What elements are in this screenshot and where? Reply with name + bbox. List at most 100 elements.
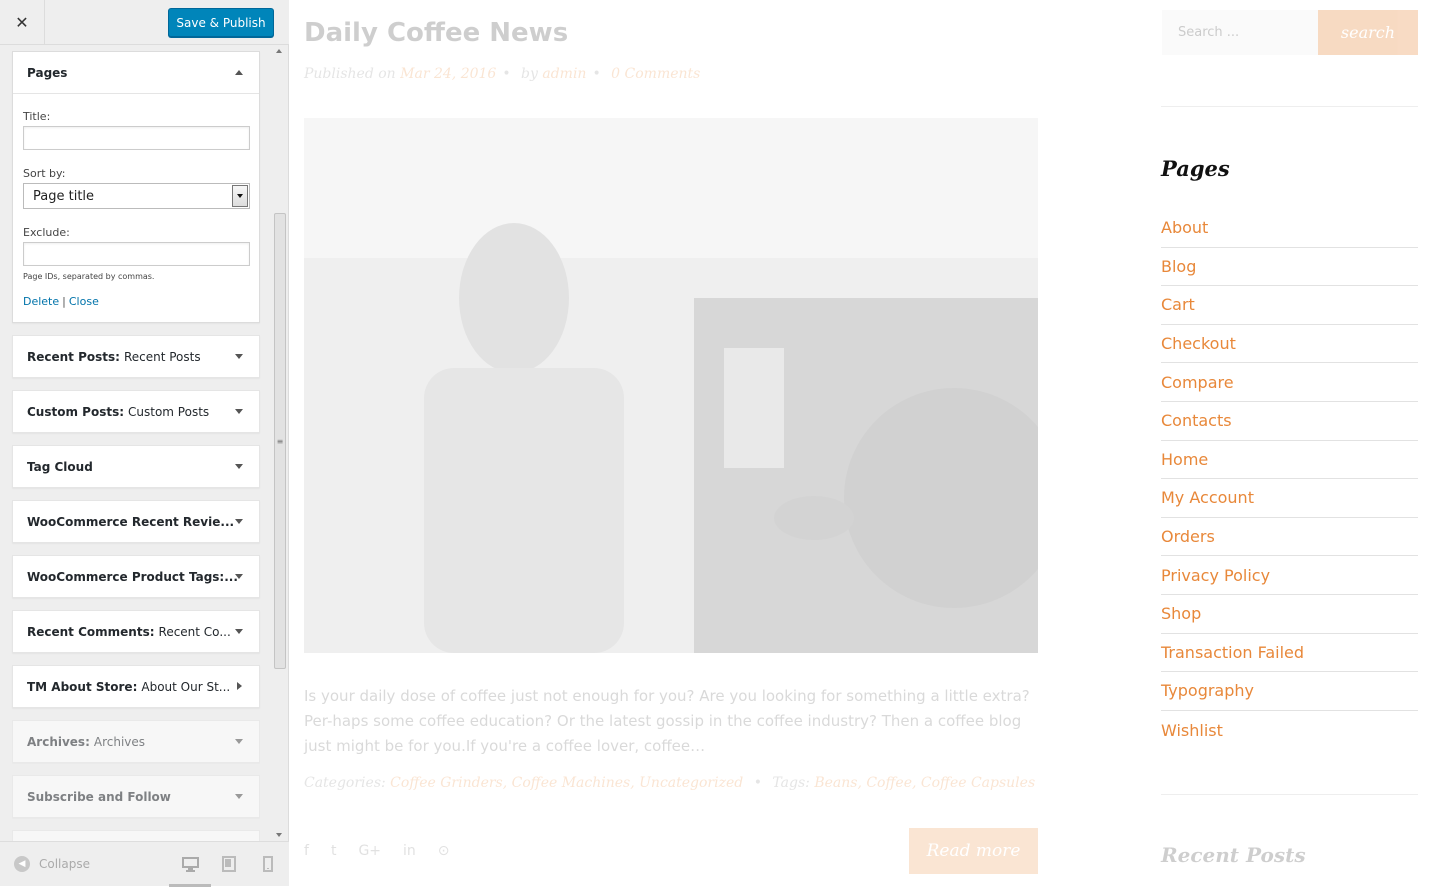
- twitter-icon[interactable]: t: [331, 843, 337, 859]
- post-featured-image[interactable]: [304, 118, 1038, 653]
- chevron-up-icon[interactable]: [235, 70, 243, 75]
- search-input[interactable]: Search ...: [1162, 10, 1318, 55]
- page-link-cart[interactable]: Cart: [1161, 286, 1418, 325]
- title-input[interactable]: [23, 126, 250, 150]
- widget-title: WooCommerce Recent Revie...: [27, 514, 235, 529]
- search-button[interactable]: search: [1318, 10, 1418, 55]
- post-taxonomy: Categories: Coffee Grinders, Coffee Mach…: [304, 775, 1036, 791]
- widget-title: Archives:: [27, 734, 90, 749]
- tablet-preview-icon[interactable]: [219, 855, 239, 873]
- widget-woocommerce-product-tags[interactable]: WooCommerce Product Tags:...: [12, 555, 260, 598]
- page-link-orders[interactable]: Orders: [1161, 518, 1418, 557]
- customizer-header: ✕ Save & Publish: [0, 0, 289, 45]
- widget-subscribe-follow[interactable]: Subscribe and Follow: [12, 775, 260, 818]
- scroll-up-icon[interactable]: [276, 49, 282, 53]
- chevron-right-icon[interactable]: [237, 682, 242, 690]
- widget-title: TM About Store:: [27, 679, 138, 694]
- post-title[interactable]: Daily Coffee News: [304, 18, 568, 48]
- widget-title: Recent Posts:: [27, 349, 120, 364]
- page-link-about[interactable]: About: [1161, 209, 1418, 248]
- categories-prefix: Categories:: [304, 775, 386, 791]
- page-link-contacts[interactable]: Contacts: [1161, 402, 1418, 441]
- page-link-checkout[interactable]: Checkout: [1161, 325, 1418, 364]
- read-more-button[interactable]: Read more: [909, 828, 1038, 874]
- widget-recent-posts[interactable]: Recent Posts: Recent Posts: [12, 335, 260, 378]
- widget-subtitle: About Our St...: [141, 679, 231, 694]
- widget-archives[interactable]: Archives: Archives: [12, 720, 260, 763]
- collapse-button[interactable]: ◀ Collapse: [14, 856, 90, 872]
- widget-title: WooCommerce Product Tags:...: [27, 569, 238, 584]
- delete-link[interactable]: Delete: [23, 295, 59, 308]
- linkedin-icon[interactable]: in: [403, 843, 416, 859]
- widget-pages: Pages Title: Sort by: Page title Exclude…: [12, 51, 260, 323]
- widget-tm-about-store[interactable]: TM About Store: About Our St...: [12, 665, 260, 708]
- chevron-down-icon[interactable]: [235, 739, 243, 744]
- chevron-down-icon[interactable]: [235, 629, 243, 634]
- collapse-icon: ◀: [14, 856, 30, 872]
- title-label: Title:: [23, 110, 51, 123]
- collapse-label: Collapse: [39, 857, 90, 871]
- widget-pages-title: Pages: [27, 65, 68, 80]
- page-link-typography[interactable]: Typography: [1161, 672, 1418, 711]
- sidebar-divider: [1161, 106, 1418, 107]
- mobile-preview-icon[interactable]: [258, 855, 278, 873]
- page-link-transaction-failed[interactable]: Transaction Failed: [1161, 634, 1418, 673]
- widget-pages-body: Title: Sort by: Page title Exclude: Page…: [13, 94, 259, 322]
- page-link-blog[interactable]: Blog: [1161, 248, 1418, 287]
- page-link-my-account[interactable]: My Account: [1161, 479, 1418, 518]
- sort-by-value: Page title: [33, 188, 95, 204]
- chevron-down-icon[interactable]: [235, 409, 243, 414]
- chevron-down-icon[interactable]: [232, 185, 248, 207]
- widget-actions: Delete | Close: [23, 295, 249, 308]
- page-link-privacy-policy[interactable]: Privacy Policy: [1161, 556, 1418, 595]
- scrollbar[interactable]: ≡: [273, 45, 287, 841]
- google-plus-icon[interactable]: G+: [358, 843, 381, 859]
- widget-title: Subscribe and Follow: [27, 789, 171, 804]
- page-link-wishlist[interactable]: Wishlist: [1161, 711, 1418, 750]
- post-excerpt: Is your daily dose of coffee just not en…: [304, 687, 1030, 755]
- sort-by-select[interactable]: Page title: [23, 183, 250, 209]
- post-comments[interactable]: 0 Comments: [611, 66, 700, 82]
- desktop-preview-icon[interactable]: [180, 855, 200, 873]
- close-link[interactable]: Close: [69, 295, 99, 308]
- chevron-down-icon[interactable]: [235, 794, 243, 799]
- post-author[interactable]: admin: [542, 66, 586, 82]
- save-publish-button[interactable]: Save & Publish: [168, 8, 274, 37]
- widget-partial[interactable]: [12, 830, 260, 841]
- close-icon[interactable]: ✕: [0, 0, 45, 45]
- page-link-home[interactable]: Home: [1161, 441, 1418, 480]
- widget-list: Pages Title: Sort by: Page title Exclude…: [12, 51, 260, 841]
- exclude-input[interactable]: [23, 242, 250, 266]
- widget-custom-posts[interactable]: Custom Posts: Custom Posts: [12, 390, 260, 433]
- page-link-compare[interactable]: Compare: [1161, 363, 1418, 402]
- categories-links[interactable]: Coffee Grinders, Coffee Machines, Uncate…: [390, 775, 743, 791]
- widget-title: Custom Posts:: [27, 404, 125, 419]
- widget-recent-comments[interactable]: Recent Comments: Recent Co...: [12, 610, 260, 653]
- widget-tag-cloud[interactable]: Tag Cloud: [12, 445, 260, 488]
- widget-woocommerce-recent-reviews[interactable]: WooCommerce Recent Revie...: [12, 500, 260, 543]
- facebook-icon[interactable]: f: [304, 843, 309, 859]
- customizer-footer: ◀ Collapse: [0, 841, 289, 887]
- widget-pages-header[interactable]: Pages: [13, 52, 259, 94]
- widget-subtitle: Archives: [93, 734, 146, 749]
- chevron-down-icon[interactable]: [235, 519, 243, 524]
- pinterest-icon[interactable]: ⊙: [438, 843, 450, 859]
- widget-title: Tag Cloud: [27, 459, 93, 474]
- exclude-help-text: Page IDs, separated by commas.: [23, 272, 155, 281]
- post-date[interactable]: Mar 24, 2016: [400, 66, 496, 82]
- scroll-down-icon[interactable]: [276, 833, 282, 837]
- scrollbar-thumb[interactable]: ≡: [274, 213, 286, 669]
- published-prefix: Published on: [304, 66, 396, 82]
- tags-links[interactable]: Beans, Coffee, Coffee Capsules: [814, 775, 1035, 791]
- page-link-shop[interactable]: Shop: [1161, 595, 1418, 634]
- by-prefix: by: [521, 66, 538, 82]
- chevron-down-icon[interactable]: [235, 354, 243, 359]
- sort-by-label: Sort by:: [23, 167, 66, 180]
- widget-list-scroll[interactable]: Pages Title: Sort by: Page title Exclude…: [0, 45, 289, 841]
- widget-title: Recent Comments:: [27, 624, 155, 639]
- chevron-down-icon[interactable]: [235, 574, 243, 579]
- recent-posts-heading: Recent Posts: [1161, 843, 1306, 867]
- pages-list: About Blog Cart Checkout Compare Contact…: [1161, 209, 1418, 749]
- chevron-down-icon[interactable]: [235, 464, 243, 469]
- post-meta: Published on Mar 24, 2016 • by admin • 0 C…: [304, 66, 701, 82]
